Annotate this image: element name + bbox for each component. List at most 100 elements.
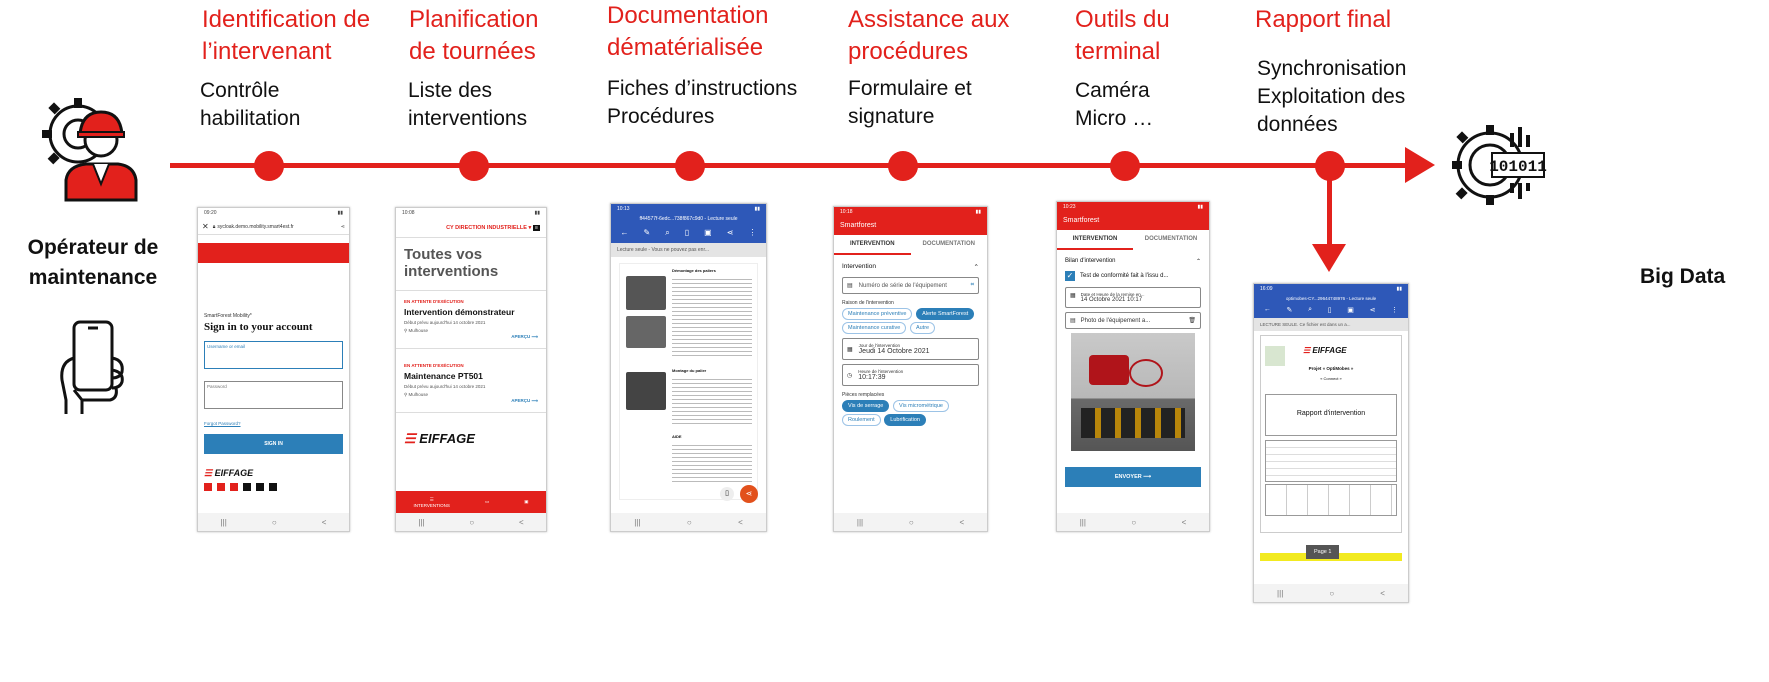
timeline-dot-6 [1315,151,1345,181]
photo-field[interactable]: ▤ Photo de l'équipement a... 🗑︎ [1065,312,1201,329]
status-time: 16:09 [1260,286,1273,292]
password-input[interactable]: Password [204,381,343,409]
login-screen: 09:20 ▮▮ ✕ 🔒︎ sycloak.demo.mobility.smart… [197,207,350,532]
app-title: Smartforest [1063,217,1100,224]
status-time: 10:23 [1063,204,1076,210]
more-icon[interactable]: ⋮ [1391,306,1398,314]
step-5-title: Outils du terminal [1075,6,1170,65]
svg-text:101011: 101011 [1489,158,1547,176]
android-navbar: ||| ○ < [834,513,987,531]
tab-intervention[interactable]: INTERVENTION [1057,230,1133,250]
signin-button[interactable]: SIGN IN [204,434,343,454]
search-icon[interactable]: ⌕ [665,228,669,238]
serial-field[interactable]: ▤ Numéro de série de l'équipement ⌗ [842,277,979,294]
tab-interventions[interactable]: ☰ INTERVENTIONS [414,497,450,508]
step-4-desc: Formulaire et signature [848,77,972,128]
share-icon[interactable]: ⋖ [727,228,734,238]
pen-icon[interactable]: ✎ [1287,306,1293,314]
file-name: ff44577f-6edc...738f867c9d0 - Lecture se… [639,216,738,222]
android-navbar: ||| ○ < [1057,513,1209,531]
equipment-photo [1071,333,1195,451]
step-6-title: Rapport final [1255,6,1392,33]
doc-toolbar: ← ✎ ⌕ ▯ ▣ ⋖ ⋮ [1254,302,1408,318]
section-header: Intervention ⌃ [842,263,979,271]
calendar-icon[interactable]: ▭ [485,499,489,505]
tab-intervention[interactable]: INTERVENTION [834,235,911,255]
save-icon[interactable]: ▣ [704,228,712,238]
save-icon[interactable]: ▣ [1347,306,1354,314]
lock-icon: 🔒︎ [212,223,216,230]
day-field[interactable]: ▦ Jour de l'intervention Jeudi 14 Octobre … [842,338,979,360]
conformity-checkbox[interactable]: ✓ Test de conformité fait à l'issu d... [1057,269,1209,283]
step-1-title: Identification de l’intervenant [202,6,371,65]
report-branch-arrowhead [1312,244,1346,272]
scan-icon[interactable]: ⌗ [971,282,974,289]
app-title: Smartforest [840,222,877,229]
report-page: ☰ EIFFAGE Projet « OptiMobes » « Connect… [1260,335,1402,533]
pen-icon[interactable]: ✎ [644,228,651,238]
big-data-label: Big Data [1640,265,1726,288]
username-input[interactable]: Username or email [204,341,343,369]
profile-icon[interactable]: ▣ [524,499,528,505]
file-name: optimobes-CY...29644748976 - Lecture seu… [1285,296,1377,301]
hand-holding-phone-icon [52,318,132,418]
step-2-title: Planification de tournées [409,6,539,65]
list-item[interactable]: EN ATTENTE D'EXÉCUTION Maintenance PT501… [396,349,546,413]
eiffage-logo: ☰ EIFFAGE [1303,346,1347,355]
part-pill[interactable]: Vis de serrage [842,400,890,412]
part-pill[interactable]: Roulement [842,414,881,426]
send-button[interactable]: ENVOYER ⟶ [1065,467,1201,487]
share-icon[interactable]: ⋖ [341,224,345,230]
parts-label: Pièces remplacées [842,392,885,398]
back-icon[interactable]: ← [621,228,629,238]
delete-icon[interactable]: 🗑︎ [1188,317,1196,324]
close-icon[interactable]: ✕ [202,222,209,231]
search-icon[interactable]: ⌕ [1308,306,1312,314]
reason-pill[interactable]: Maintenance curative [842,322,907,334]
big-data-gear-icon: 101011 [1448,115,1548,215]
tab-documentation[interactable]: DOCUMENTATION [1133,230,1209,250]
final-report-screen: 16:09 ▮▮ optimobes-CY...29644748976 - Lec… [1253,283,1409,603]
step-3-desc: Fiches d’instructions Procédures [607,77,798,128]
share-fab[interactable]: ⋖ [740,485,758,503]
timeline-dot-3 [675,151,705,181]
readonly-banner: Lecture seule - Vous ne pouvez pas enr..… [611,243,766,257]
eiffage-logo: ☰ EIFFAGE [204,468,343,491]
status-time: 10:18 [840,209,853,215]
status-time: 10:08 [402,210,415,216]
android-navbar: ||| ○ < [396,513,546,531]
back-icon[interactable]: ← [1264,306,1271,314]
readonly-banner: LECTURE SEULE. Ce fichier est dans un a.… [1254,318,1408,331]
more-icon[interactable]: ⋮ [748,228,756,238]
doc-toolbar: ← ✎ ⌕ ▯ ▣ ⋖ ⋮ [611,223,766,243]
restart-date-field[interactable]: ▦ Date et Heure de la remise en... 14 Octo… [1065,287,1201,308]
android-navbar: ||| ○ < [611,513,766,531]
reason-pill[interactable]: Autre [909,322,936,334]
reason-label: Raison de l'intervention [842,300,894,306]
timeline-dot-4 [888,151,918,181]
step-6-desc: Synchronisation Exploitation des données [1257,57,1407,136]
tab-documentation[interactable]: DOCUMENTATION [911,235,988,255]
login-red-banner [198,243,349,263]
report-tabs: INTERVENTION DOCUMENTATION [1057,230,1209,250]
step-3-title: Documentation dématérialisée [607,2,769,61]
page-icon[interactable]: ▯ [1328,306,1332,314]
part-pill[interactable]: Vis micrométrique [893,400,949,412]
hour-field[interactable]: ◷ Heure de l'intervention 10:17:39 [842,364,979,386]
forgot-password-link[interactable]: Forgot Password? [204,421,343,426]
reason-pill[interactable]: Maintenance préventive [842,308,913,320]
document-page: Démontage des paliers Montage du palier … [619,263,758,500]
part-pill[interactable]: Lubrification [884,414,926,426]
status-time: 10:13 [617,206,630,212]
step-2-desc: Liste des interventions [408,79,528,130]
operator-label: Opérateur de maintenance [27,236,159,289]
list-item[interactable]: EN ATTENTE D'EXÉCUTION Intervention démo… [396,295,546,349]
share-icon[interactable]: ⋖ [1370,306,1376,314]
timeline-dot-2 [459,151,489,181]
page-button[interactable]: ▯ [720,487,734,501]
reason-pill[interactable]: Alerte SmartForest [916,308,975,320]
list-header: CY DIRECTION INDUSTRIELLE ▾ ≡ [396,219,546,238]
list-title: Toutes vos interventions [404,246,499,280]
page-icon[interactable]: ▯ [685,228,689,238]
url-bar[interactable]: sycloak.demo.mobility.smart4est.fr [217,224,340,230]
